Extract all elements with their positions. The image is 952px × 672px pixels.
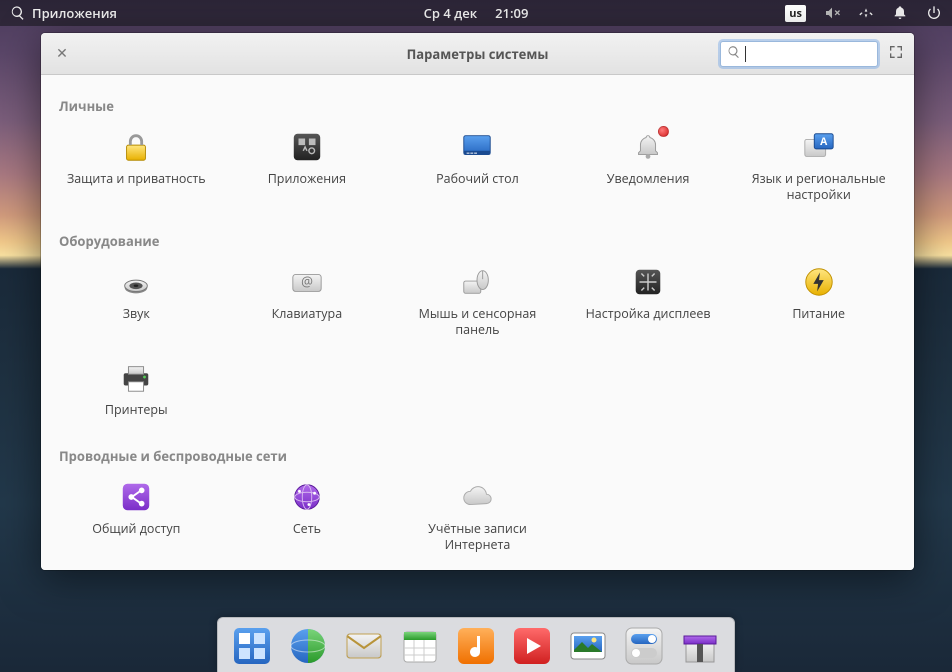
notifications-icon[interactable] [892,5,908,21]
dock-item-browser[interactable] [286,624,330,668]
dock-item-multitask[interactable] [230,624,274,668]
settings-item-label: Мышь и сенсорная панель [407,306,547,337]
printer-icon [118,360,154,396]
power-icon[interactable] [926,5,942,21]
search-input[interactable] [750,46,871,61]
locale-icon [801,129,837,165]
volume-muted-icon[interactable] [824,5,840,21]
applications-menu[interactable]: Приложения [10,4,117,22]
search-icon [727,45,741,63]
dock-item-music[interactable] [454,624,498,668]
settings-item-power[interactable]: Питание [733,260,904,341]
close-button[interactable]: ✕ [51,43,73,65]
text-caret [745,46,746,62]
settings-grid: Звук Клавиатура Мышь и сенсорная панель Нас… [41,256,914,439]
section-label: Проводные и беспроводные сети [41,439,914,471]
settings-item-label: Звук [123,306,150,322]
top-panel: Приложения Ср 4 дек 21:09 us [0,0,952,26]
settings-item-printers[interactable]: Принтеры [51,356,222,422]
settings-item-displays[interactable]: Настройка дисплеев [563,260,734,341]
maximize-button[interactable] [888,44,904,64]
settings-grid: Общий доступ Сеть Учётные записи Интернета [41,471,914,570]
settings-item-label: Учётные записи Интернета [407,521,547,552]
bell-icon [630,129,666,165]
window-title: Параметры системы [407,45,549,63]
search-field[interactable] [720,41,878,67]
titlebar[interactable]: ✕ Параметры системы [41,33,914,75]
cloud-icon [459,479,495,515]
keyboard-layout-indicator[interactable]: us [785,5,806,22]
settings-content: Личные Защита и приватность Приложения Рабо… [41,75,914,570]
panel-time[interactable]: 21:09 [495,4,528,22]
settings-item-desktop[interactable]: Рабочий стол [392,125,563,206]
lock-icon [118,129,154,165]
network-icon [289,479,325,515]
dock-item-videos[interactable] [510,624,554,668]
mouse-icon [459,264,495,300]
settings-item-applications[interactable]: Приложения [222,125,393,206]
power-icon [801,264,837,300]
settings-item-sharing[interactable]: Общий доступ [51,475,222,556]
settings-item-security-privacy[interactable]: Защита и приватность [51,125,222,206]
keyboard-icon [289,264,325,300]
dock-item-settings[interactable] [622,624,666,668]
network-icon[interactable] [858,5,874,21]
dock-item-photos[interactable] [566,624,610,668]
settings-item-label: Язык и региональные настройки [749,171,889,202]
applications-label: Приложения [32,4,117,22]
settings-item-label: Питание [792,306,845,322]
settings-item-network[interactable]: Сеть [222,475,393,556]
system-settings-window: ✕ Параметры системы ЛичныеЗащита и прива… [41,33,914,570]
settings-item-online-accounts[interactable]: Учётные записи Интернета [392,475,563,556]
apps-icon [289,129,325,165]
settings-item-label: Приложения [268,171,346,187]
settings-item-label: Рабочий стол [436,171,519,187]
settings-item-locale[interactable]: Язык и региональные настройки [733,125,904,206]
settings-item-notifications[interactable]: Уведомления [563,125,734,206]
settings-item-label: Настройка дисплеев [586,306,711,322]
section-label: Оборудование [41,224,914,256]
dock-item-appcenter[interactable] [678,624,722,668]
settings-item-label: Клавиатура [272,306,343,322]
settings-item-keyboard[interactable]: Клавиатура [222,260,393,341]
settings-item-sound[interactable]: Звук [51,260,222,341]
search-icon [10,5,26,21]
settings-item-label: Общий доступ [92,521,180,537]
dock [217,617,735,672]
displays-icon [630,264,666,300]
settings-item-label: Защита и приватность [67,171,206,187]
section-label: Личные [41,89,914,121]
notification-badge [658,126,669,137]
settings-item-mouse[interactable]: Мышь и сенсорная панель [392,260,563,341]
panel-date[interactable]: Ср 4 дек [424,4,477,22]
desktop-icon [459,129,495,165]
settings-grid: Защита и приватность Приложения Рабочий ст… [41,121,914,224]
settings-item-label: Уведомления [607,171,690,187]
settings-item-label: Сеть [293,521,321,537]
speaker-icon [118,264,154,300]
dock-item-mail[interactable] [342,624,386,668]
settings-item-label: Принтеры [105,402,168,418]
dock-item-calendar[interactable] [398,624,442,668]
share-icon [118,479,154,515]
